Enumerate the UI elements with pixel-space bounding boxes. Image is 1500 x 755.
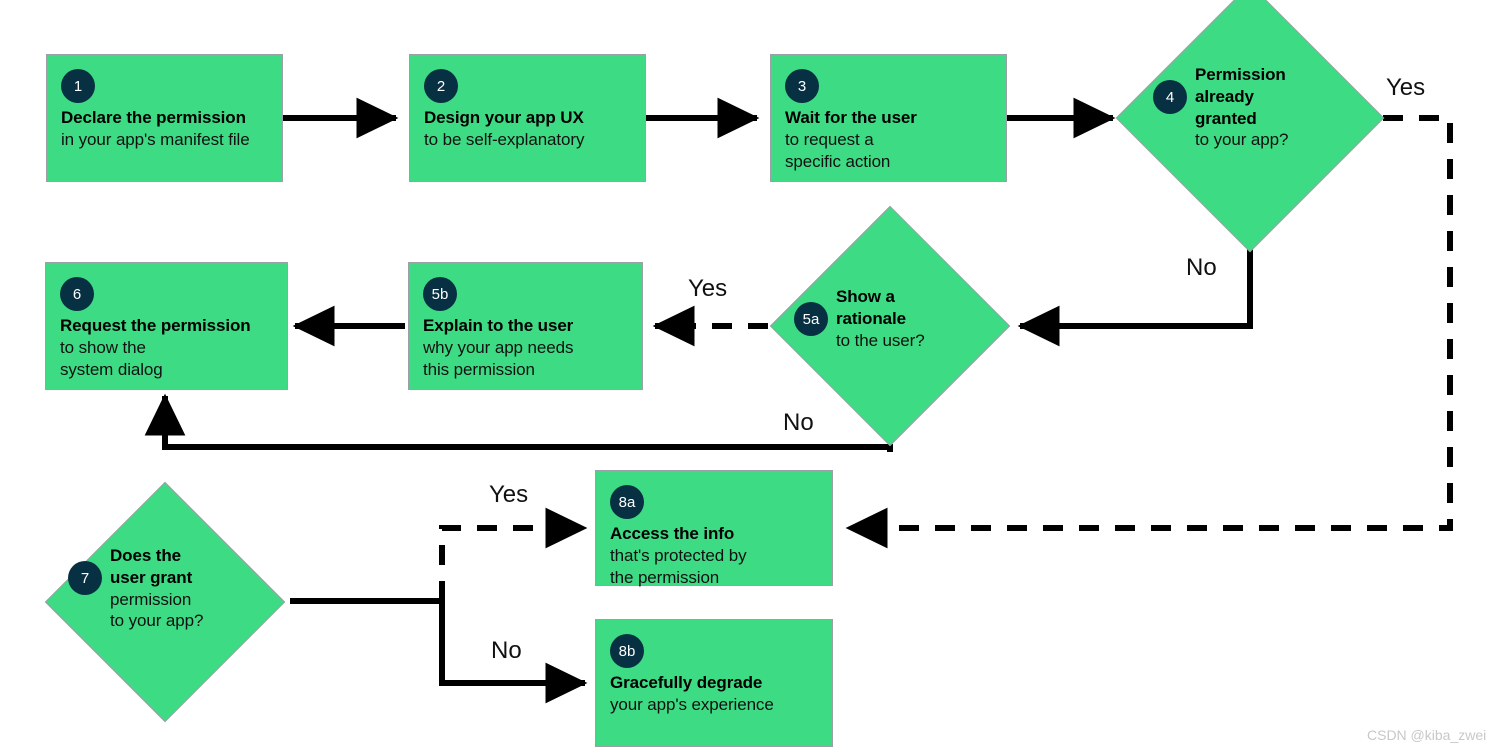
node-8a-badge: 8a — [610, 485, 644, 519]
node-2-title: Design your app UX — [424, 108, 584, 127]
node-6-request-the-permission[interactable]: 6 Request the permission to show the syst… — [45, 262, 288, 390]
node-4-text: Permission already granted to your app? — [1195, 64, 1383, 151]
node-5b-explain-to-the-user[interactable]: 5b Explain to the user why your app need… — [408, 262, 643, 390]
node-5a-title: Show a rationale — [836, 287, 906, 328]
flowchart-canvas: 1 Declare the permission in your app's m… — [0, 0, 1500, 755]
node-3-subtitle: to request a specific action — [785, 129, 891, 171]
node-2-badge: 2 — [424, 69, 458, 103]
node-5b-subtitle: why your app needs this permission — [423, 337, 574, 379]
node-7-content: 7 Does the user grant permission to your a… — [68, 545, 283, 632]
edge-7-yes-to-8a — [439, 507, 588, 601]
node-8b-badge: 8b — [610, 634, 644, 668]
watermark: CSDN @kiba_zwei — [1367, 727, 1487, 743]
node-6-subtitle: to show the system dialog — [60, 337, 163, 379]
node-2-design-your-app-ux[interactable]: 2 Design your app UX to be self-explanat… — [409, 54, 646, 182]
node-5a-subtitle: to the user? — [836, 330, 925, 350]
edge-label-4-no: No — [1186, 254, 1217, 281]
node-1-declare-the-permission[interactable]: 1 Declare the permission in your app's m… — [46, 54, 283, 182]
node-8b-subtitle: your app's experience — [610, 694, 774, 714]
node-7-subtitle: permission to your app? — [110, 589, 204, 631]
edge-label-7-yes: Yes — [489, 481, 529, 508]
node-4-content: 4 Permission already granted to your app? — [1153, 64, 1383, 151]
node-1-title: Declare the permission — [61, 108, 246, 127]
node-3-wait-for-the-user[interactable]: 3 Wait for the user to request a specific… — [770, 54, 1007, 182]
node-6-content: 6 Request the permission to show the syst… — [46, 263, 287, 389]
node-3-content: 3 Wait for the user to request a specific… — [771, 55, 1006, 181]
node-5a-badge: 5a — [794, 302, 828, 336]
edge-label-4-yes: Yes — [1386, 74, 1426, 101]
node-8b-gracefully-degrade[interactable]: 8b Gracefully degrade your app's experie… — [595, 619, 833, 747]
node-8b-content: 8b Gracefully degrade your app's experie… — [596, 620, 832, 746]
node-1-badge: 1 — [61, 69, 95, 103]
node-5b-badge: 5b — [423, 277, 457, 311]
node-2-subtitle: to be self-explanatory — [424, 129, 585, 149]
edge-label-5a-no: No — [783, 409, 814, 436]
node-4-title: Permission already granted — [1195, 65, 1286, 128]
edge-5a-no-to-6 — [144, 393, 893, 452]
node-8a-subtitle: that's protected by the permission — [610, 545, 747, 587]
node-8a-access-the-info[interactable]: 8a Access the info that's protected by th… — [595, 470, 833, 587]
node-3-title: Wait for the user — [785, 108, 917, 127]
node-3-badge: 3 — [785, 69, 819, 103]
node-7-text: Does the user grant permission to your app… — [110, 545, 283, 632]
node-5b-title: Explain to the user — [423, 316, 574, 335]
edge-label-5a-yes: Yes — [688, 275, 728, 302]
node-7-title: Does the user grant — [110, 546, 193, 587]
node-8a-title: Access the info — [610, 524, 735, 543]
node-4-subtitle: to your app? — [1195, 130, 1289, 150]
edge-label-7-no: No — [491, 637, 522, 664]
node-1-content: 1 Declare the permission in your app's m… — [47, 55, 282, 181]
node-6-title: Request the permission — [60, 316, 251, 335]
node-8a-content: 8a Access the info that's protected by th… — [596, 471, 832, 587]
node-7-badge: 7 — [68, 561, 102, 595]
node-2-content: 2 Design your app UX to be self-explanat… — [410, 55, 645, 181]
node-5b-content: 5b Explain to the user why your app need… — [409, 263, 642, 389]
node-1-subtitle: in your app's manifest file — [61, 129, 250, 149]
node-4-badge: 4 — [1153, 80, 1187, 114]
node-5a-text: Show a rationale to the user? — [836, 286, 994, 351]
node-6-badge: 6 — [60, 277, 94, 311]
node-8b-title: Gracefully degrade — [610, 673, 763, 692]
node-5a-content: 5a Show a rationale to the user? — [794, 286, 994, 351]
